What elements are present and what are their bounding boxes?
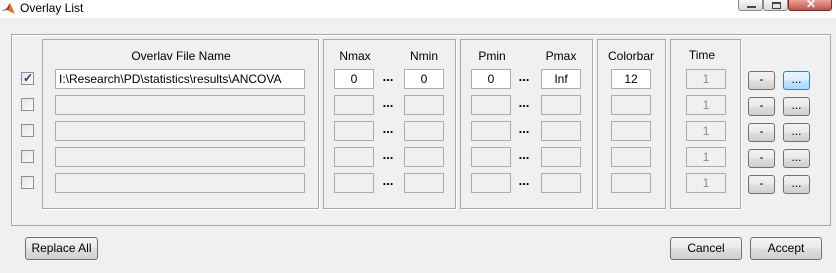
browse-file-button[interactable]: ...	[783, 71, 810, 90]
file-name-field[interactable]	[55, 95, 305, 115]
browse-file-button[interactable]: ...	[783, 123, 810, 142]
browse-file-button[interactable]: ...	[783, 97, 810, 116]
remove-overlay-button[interactable]: -	[748, 97, 775, 116]
n-range-separator: ...	[382, 121, 394, 136]
n-range-separator: ...	[382, 69, 394, 84]
n-range-separator: ...	[382, 147, 394, 162]
colorbar-field[interactable]	[611, 173, 651, 193]
pmax-field[interactable]	[541, 173, 581, 193]
colorbar-field[interactable]: 12	[611, 69, 651, 89]
colorbar-field[interactable]	[611, 121, 651, 141]
n-range-separator: ...	[382, 173, 394, 188]
header-pmax: Pmax	[545, 49, 577, 63]
time-field: 1	[686, 121, 726, 141]
close-window-button[interactable]: ✕	[788, 0, 832, 11]
nmax-field[interactable]	[334, 121, 374, 141]
title-bar: Overlay List ✕	[0, 0, 836, 18]
row-checkbox[interactable]: ✓	[21, 176, 34, 189]
nmax-field[interactable]	[334, 147, 374, 167]
p-range-separator: ...	[518, 69, 530, 84]
nmax-field[interactable]	[334, 95, 374, 115]
nmin-field[interactable]	[404, 121, 444, 141]
remove-overlay-button[interactable]: -	[748, 149, 775, 168]
nmax-field[interactable]	[334, 173, 374, 193]
row-checkbox[interactable]: ✓	[21, 124, 34, 137]
pmin-field[interactable]	[471, 173, 511, 193]
window-title: Overlay List	[20, 1, 84, 15]
remove-overlay-button[interactable]: -	[748, 175, 775, 194]
pmax-field[interactable]: Inf	[541, 69, 581, 89]
pmin-field[interactable]: 0	[471, 69, 511, 89]
row-checkbox[interactable]: ✓	[21, 98, 34, 111]
pmax-field[interactable]	[541, 121, 581, 141]
time-field: 1	[686, 147, 726, 167]
file-name-field[interactable]	[55, 147, 305, 167]
header-time: Time	[688, 48, 716, 62]
maximize-button[interactable]	[763, 0, 788, 11]
pmin-field[interactable]	[471, 95, 511, 115]
header-nmin: Nmin	[409, 49, 438, 63]
minimize-button[interactable]	[738, 0, 763, 11]
check-mark-icon: ✓	[23, 71, 34, 85]
p-range-separator: ...	[518, 147, 530, 162]
remove-overlay-button[interactable]: -	[748, 71, 775, 90]
nmax-field[interactable]: 0	[334, 69, 374, 89]
n-range-separator: ...	[382, 95, 394, 110]
colorbar-field[interactable]	[611, 95, 651, 115]
row-checkbox[interactable]: ✓	[21, 150, 34, 163]
p-range-separator: ...	[518, 121, 530, 136]
minimize-icon	[747, 6, 756, 8]
matlab-logo-icon	[2, 2, 16, 16]
file-name-field[interactable]: I:\Research\PD\statistics\results\ANCOVA	[55, 69, 305, 89]
browse-file-button[interactable]: ...	[783, 149, 810, 168]
time-field: 1	[686, 95, 726, 115]
time-field: 1	[686, 173, 726, 193]
accept-button[interactable]: Accept	[750, 237, 822, 260]
time-field: 1	[686, 69, 726, 89]
pmax-field[interactable]	[541, 147, 581, 167]
browse-file-button[interactable]: ...	[783, 175, 810, 194]
pmin-field[interactable]	[471, 121, 511, 141]
nmin-field[interactable]	[404, 95, 444, 115]
nmin-field[interactable]: 0	[404, 69, 444, 89]
p-range-separator: ...	[518, 173, 530, 188]
remove-overlay-button[interactable]: -	[748, 123, 775, 142]
nmin-field[interactable]	[404, 173, 444, 193]
header-file-name: Overlav File Name	[131, 49, 231, 63]
replace-all-button[interactable]: Replace All	[25, 237, 98, 260]
file-name-field[interactable]	[55, 121, 305, 141]
header-colorbar: Colorbar	[607, 49, 655, 63]
close-icon: ✕	[806, 0, 817, 11]
row-checkbox[interactable]: ✓	[21, 71, 34, 85]
file-name-field[interactable]	[55, 173, 305, 193]
maximize-icon	[772, 2, 781, 9]
nmin-field[interactable]	[404, 147, 444, 167]
pmin-field[interactable]	[471, 147, 511, 167]
pmax-field[interactable]	[541, 95, 581, 115]
header-nmax: Nmax	[339, 49, 371, 63]
cancel-button[interactable]: Cancel	[670, 237, 742, 260]
colorbar-field[interactable]	[611, 147, 651, 167]
p-range-separator: ...	[518, 95, 530, 110]
header-pmin: Pmin	[478, 49, 506, 63]
